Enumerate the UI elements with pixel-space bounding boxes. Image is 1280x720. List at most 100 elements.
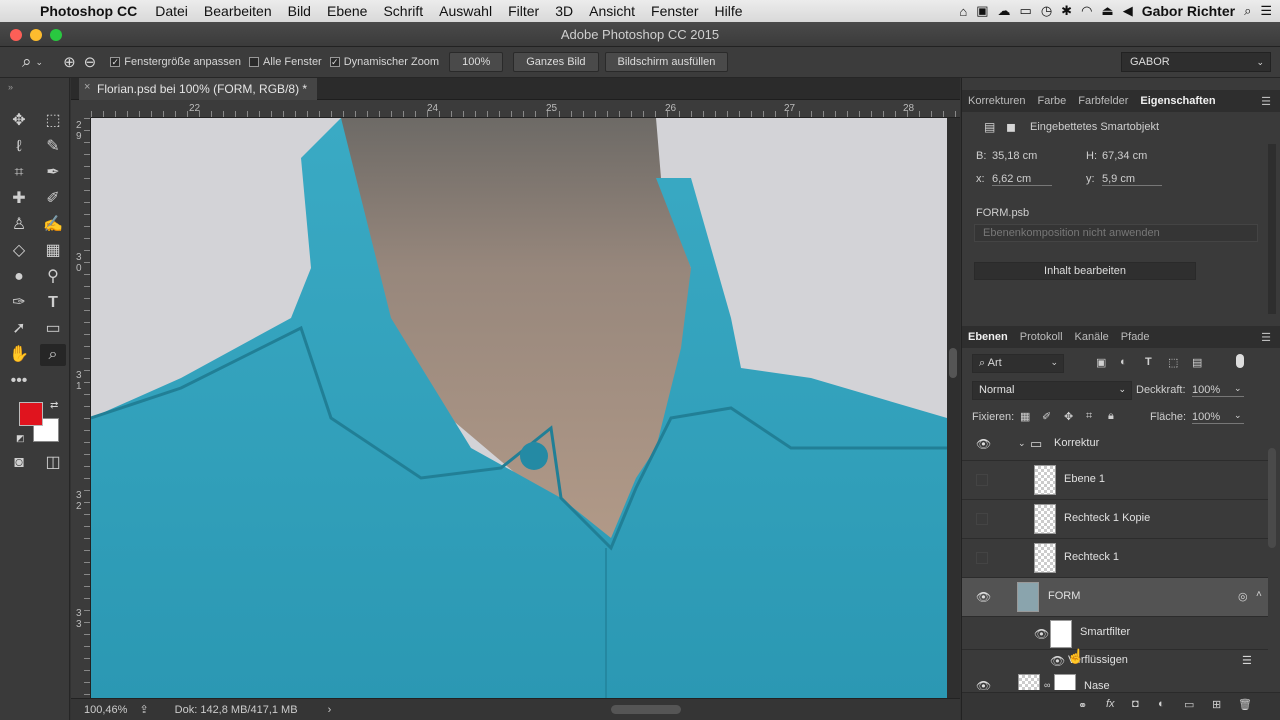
x-value-field[interactable]: 6,62 cm bbox=[992, 173, 1052, 186]
layer-row[interactable]: 👁︎ ∞ Nase bbox=[962, 672, 1268, 690]
tab-farbfelder[interactable]: Farbfelder bbox=[1072, 95, 1134, 107]
adjustment-layer-icon[interactable]: ◐ bbox=[1158, 698, 1165, 710]
visibility-toggle-off[interactable] bbox=[976, 552, 988, 564]
menu-hilfe[interactable]: Hilfe bbox=[707, 3, 751, 19]
blur-tool-icon[interactable]: ● bbox=[6, 266, 32, 288]
path-selection-tool-icon[interactable]: ➚ bbox=[6, 318, 32, 340]
filter-mask-thumbnail[interactable] bbox=[1050, 620, 1072, 648]
export-icon[interactable]: ⇪ bbox=[139, 703, 148, 716]
pen-tool-icon[interactable]: ✑ bbox=[6, 292, 32, 314]
visibility-eye-icon[interactable]: 👁︎ bbox=[976, 590, 991, 604]
hand-tool-icon[interactable]: ✋ bbox=[6, 344, 32, 366]
fill-screen-button[interactable]: Bildschirm ausfüllen bbox=[604, 52, 729, 72]
dynamic-zoom-checkbox[interactable]: ✓ bbox=[329, 56, 344, 68]
move-tool-icon[interactable]: ✥ bbox=[6, 110, 32, 132]
edit-contents-button[interactable]: Inhalt bearbeiten bbox=[974, 262, 1196, 280]
volume-icon[interactable]: ◀ bbox=[1123, 3, 1133, 19]
layer-row[interactable]: Rechteck 1 Kopie bbox=[962, 500, 1268, 539]
visibility-eye-icon[interactable]: 👁︎ bbox=[976, 679, 991, 690]
layer-row-group[interactable]: 👁︎ ⌄ ▭ Korrektur bbox=[962, 428, 1268, 461]
zoom-in-icon[interactable]: ⊕ bbox=[63, 53, 76, 71]
tab-eigenschaften[interactable]: Eigenschaften bbox=[1134, 95, 1221, 107]
width-value[interactable]: 35,18 cm bbox=[992, 150, 1037, 162]
filter-options-icon[interactable]: ☰ bbox=[1242, 654, 1252, 667]
add-mask-icon[interactable]: ◘ bbox=[1132, 698, 1139, 710]
horizontal-scrollbar-thumb[interactable] bbox=[611, 705, 681, 714]
tab-korrekturen[interactable]: Korrekturen bbox=[962, 95, 1031, 107]
chevron-down-icon[interactable]: ⌄ bbox=[1018, 438, 1026, 449]
more-tools-icon[interactable]: ••• bbox=[6, 370, 32, 392]
image-canvas[interactable]: ❦ bbox=[91, 118, 947, 698]
status-menu-arrow[interactable]: › bbox=[328, 704, 332, 716]
menu-datei[interactable]: Datei bbox=[147, 3, 196, 19]
tab-kanaele[interactable]: Kanäle bbox=[1069, 331, 1115, 343]
link-layers-icon[interactable]: ⚭ bbox=[1078, 699, 1087, 712]
fit-screen-button[interactable]: Ganzes Bild bbox=[513, 52, 599, 72]
vertical-scrollbar[interactable] bbox=[947, 118, 960, 698]
rectangle-tool-icon[interactable]: ▭ bbox=[40, 318, 66, 340]
layer-comp-select[interactable]: Ebenenkomposition nicht anwenden bbox=[974, 224, 1258, 242]
cloud-icon[interactable]: ☁ bbox=[998, 3, 1011, 19]
trash-icon[interactable]: 🗑︎ bbox=[1238, 698, 1252, 711]
gradient-tool-icon[interactable]: ▦ bbox=[40, 240, 66, 262]
visibility-toggle-off[interactable] bbox=[976, 474, 988, 486]
document-size[interactable]: Dok: 142,8 MB/417,1 MB bbox=[175, 704, 298, 716]
menu-filter[interactable]: Filter bbox=[500, 3, 547, 19]
vertical-ruler[interactable]: 2 9 3 0 3 1 3 2 3 3 bbox=[71, 118, 91, 698]
zoom-level[interactable]: 100,46% bbox=[84, 704, 127, 716]
filter-shape-icon[interactable]: ⬚ bbox=[1168, 356, 1178, 369]
chevron-down-icon[interactable]: ⌄ bbox=[1234, 410, 1242, 421]
chevron-up-icon[interactable]: ˄ bbox=[1256, 589, 1262, 600]
swap-colors-icon[interactable]: ⇄ bbox=[50, 400, 58, 411]
chevron-down-icon[interactable]: ⌄ bbox=[36, 57, 44, 68]
lock-transparency-icon[interactable]: ▦ bbox=[1020, 410, 1030, 423]
properties-scrollbar[interactable] bbox=[1268, 144, 1276, 314]
quick-selection-tool-icon[interactable]: ✎ bbox=[40, 136, 66, 158]
default-colors-icon[interactable]: ◩ bbox=[16, 433, 25, 444]
lock-artboard-icon[interactable]: ⌗ bbox=[1086, 410, 1092, 423]
y-value-field[interactable]: 5,9 cm bbox=[1102, 173, 1162, 186]
menu-3d[interactable]: 3D bbox=[547, 3, 581, 19]
dodge-tool-icon[interactable]: ⚲ bbox=[40, 266, 66, 288]
close-tab-icon[interactable]: × bbox=[84, 81, 90, 93]
visibility-eye-icon[interactable]: 👁︎ bbox=[1034, 627, 1049, 641]
foreground-color-chip[interactable] bbox=[19, 402, 43, 426]
tab-protokoll[interactable]: Protokoll bbox=[1014, 331, 1069, 343]
marquee-tool-icon[interactable]: ⬚ bbox=[40, 110, 66, 132]
ruler-origin[interactable] bbox=[71, 100, 91, 118]
tab-pfade[interactable]: Pfade bbox=[1115, 331, 1156, 343]
filter-type-icon[interactable]: T bbox=[1145, 356, 1152, 368]
panel-menu-icon[interactable]: ☰ bbox=[1255, 331, 1277, 344]
layer-row[interactable]: Rechteck 1 bbox=[962, 539, 1268, 578]
link-icon[interactable]: ∞ bbox=[1044, 680, 1050, 690]
lock-pixels-icon[interactable]: ✐ bbox=[1042, 410, 1051, 423]
menu-bearbeiten[interactable]: Bearbeiten bbox=[196, 3, 280, 19]
menu-auswahl[interactable]: Auswahl bbox=[431, 3, 500, 19]
zoom-out-icon[interactable]: ⊖ bbox=[84, 53, 97, 71]
healing-brush-tool-icon[interactable]: ✚ bbox=[6, 188, 32, 210]
layer-mask-thumbnail[interactable] bbox=[1054, 674, 1076, 690]
document-tab[interactable]: × Florian.psd bei 100% (FORM, RGB/8) * bbox=[79, 78, 318, 100]
menu-ebene[interactable]: Ebene bbox=[319, 3, 375, 19]
menu-ansicht[interactable]: Ansicht bbox=[581, 3, 643, 19]
layer-row-selected[interactable]: 👁︎ FORM ◎ ˄ bbox=[962, 578, 1268, 617]
eyedropper-tool-icon[interactable]: ✒ bbox=[40, 162, 66, 184]
all-windows-checkbox[interactable] bbox=[249, 56, 263, 68]
visibility-eye-icon[interactable]: 👁︎ bbox=[1050, 654, 1065, 668]
filter-adjustment-icon[interactable]: ◐ bbox=[1120, 356, 1127, 368]
time-machine-icon[interactable]: ◷ bbox=[1041, 3, 1052, 19]
tab-farbe[interactable]: Farbe bbox=[1031, 95, 1072, 107]
filter-row[interactable]: 👁︎ Verflüssigen ☰ bbox=[962, 650, 1268, 672]
clone-stamp-tool-icon[interactable]: ♙ bbox=[6, 214, 32, 236]
zoom-tool-icon[interactable]: ⌕ bbox=[40, 344, 66, 366]
fx-icon[interactable]: fx bbox=[1106, 698, 1115, 710]
filter-pixel-icon[interactable]: ▣ bbox=[1096, 356, 1106, 369]
home-icon[interactable]: ⌂ bbox=[959, 4, 967, 19]
chevron-down-icon[interactable]: ⌄ bbox=[1234, 383, 1242, 394]
quick-mask-icon[interactable]: ◙ bbox=[6, 452, 32, 474]
fit-window-checkbox[interactable]: ✓ bbox=[110, 56, 124, 68]
workspace-select[interactable]: GABOR ⌄ bbox=[1121, 52, 1271, 72]
zoom-100-button[interactable]: 100% bbox=[449, 52, 504, 72]
collapse-panel-icon[interactable]: » bbox=[8, 82, 13, 92]
battery-icon[interactable]: ▭ bbox=[1020, 3, 1032, 19]
